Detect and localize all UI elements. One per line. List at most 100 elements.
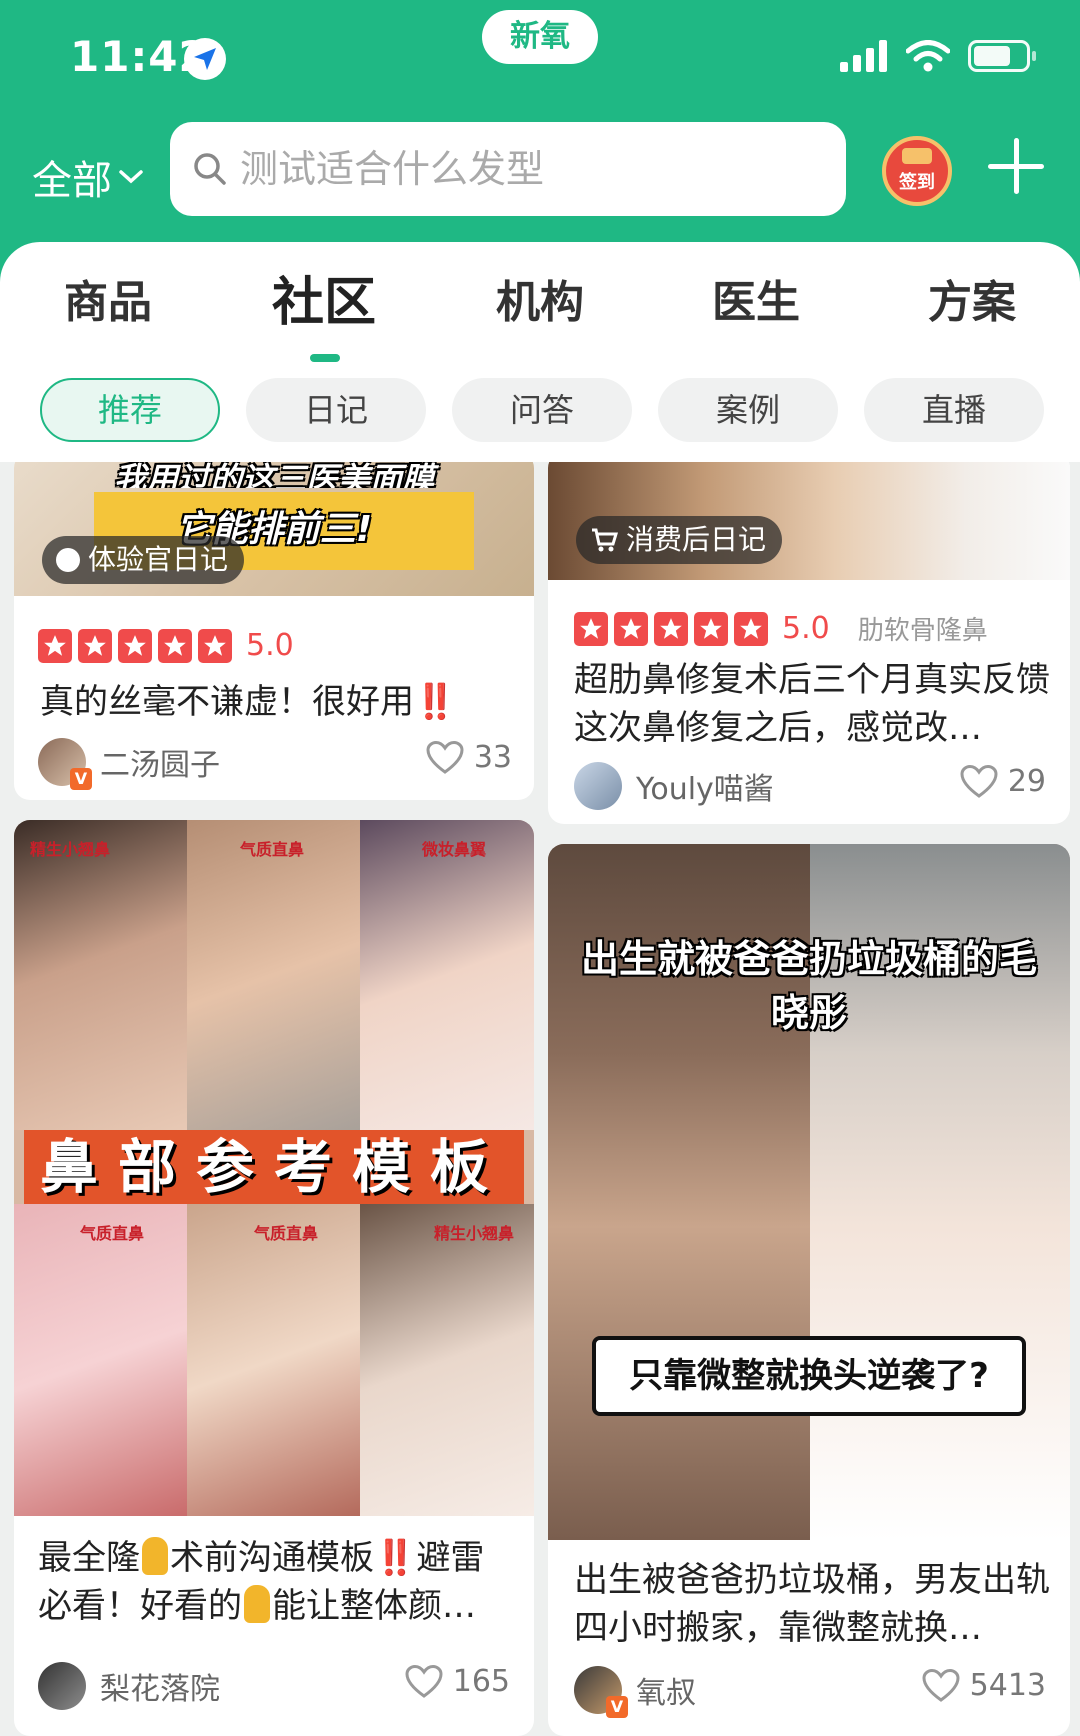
star-icon (158, 628, 192, 663)
like-button[interactable]: 165 (405, 1664, 510, 1699)
cellular-signal-icon (840, 40, 887, 72)
collage-panel (360, 1204, 534, 1516)
experience-diary-badge: 体验官日记 (42, 536, 245, 584)
collage-label: 精生小翘鼻 (434, 1224, 515, 1243)
collage-label: 气质直鼻 (254, 1224, 319, 1243)
avatar (574, 762, 622, 810)
avatar (38, 1662, 86, 1710)
rating-score: 5.0 (782, 611, 830, 646)
star-icon (734, 611, 768, 646)
like-count: 5413 (969, 1668, 1046, 1703)
chip-diary[interactable]: 日记 (246, 378, 426, 442)
tab-products[interactable]: 商品 (28, 266, 188, 330)
brand-pill: 新氧 (482, 10, 598, 64)
rating: 5.0 肋软骨隆鼻 (574, 610, 988, 647)
badge-icon (56, 548, 80, 572)
heart-icon (960, 764, 998, 798)
feed: 我用过的这三医美面膜 它能排前三! 体验官日记 5.0 真的丝毫不谦虚！很好用‼… (0, 462, 1080, 1736)
author-name: 二汤圆子 (100, 748, 220, 783)
category-panel: 商品 社区 机构 医生 方案 推荐 日记 问答 案例 直播 (0, 242, 1080, 462)
rating: 5.0 (38, 628, 294, 663)
chip-live[interactable]: 直播 (864, 378, 1044, 442)
collage-panel (187, 1204, 360, 1516)
procedure-tag: 肋软骨隆鼻 (857, 616, 988, 646)
post-card[interactable]: 消费后日记 5.0 肋软骨隆鼻 超肋鼻修复术后三个月真实反馈这次鼻修复之后，感觉… (548, 462, 1070, 824)
cart-icon (592, 528, 618, 552)
search-icon (194, 153, 226, 185)
star-icon (694, 611, 728, 646)
tab-institutions[interactable]: 机构 (460, 266, 620, 330)
checkin-label: 签到 (899, 172, 935, 193)
nose-emoji-icon (244, 1585, 270, 1623)
post-card[interactable]: 精生小翘鼻 气质直鼻 微妆鼻翼 气质直鼻 气质直鼻 精生小翘鼻 鼻部参考模板 最… (14, 820, 534, 1736)
chevron-down-icon (119, 170, 143, 184)
verified-badge-icon: V (606, 1696, 628, 1718)
main-tabs: 商品 社区 机构 医生 方案 (0, 266, 1080, 362)
collage-label: 微妆鼻翼 (422, 840, 487, 859)
post-purchase-diary-badge: 消费后日记 (576, 516, 783, 564)
like-count: 165 (452, 1664, 510, 1699)
avatar: V (574, 1666, 628, 1718)
author[interactable]: V 氧叔 (574, 1666, 696, 1718)
tab-community[interactable]: 社区 (244, 260, 404, 335)
author[interactable]: Youly喵酱 (574, 762, 774, 810)
image-caption-top: 我用过的这三医美面膜 (113, 462, 434, 488)
verified-badge-icon: V (70, 768, 92, 790)
add-post-button[interactable] (988, 138, 1044, 194)
author-name: Youly喵酱 (636, 772, 774, 807)
image-banner: 鼻部参考模板 (24, 1130, 524, 1204)
collage-label: 气质直鼻 (80, 1224, 145, 1243)
like-count: 29 (1007, 764, 1046, 799)
tab-doctors[interactable]: 医生 (676, 266, 836, 330)
active-tab-indicator (310, 354, 340, 362)
image-headline: 出生就被爸爸扔垃圾桶的毛晓彤 (580, 937, 1037, 1035)
title-text: 术前沟通模板 (170, 1538, 374, 1578)
star-icon (118, 628, 152, 663)
post-title: 超肋鼻修复术后三个月真实反馈这次鼻修复之后，感觉改… (574, 660, 1050, 748)
badge-label: 体验官日记 (88, 543, 229, 576)
post-image: 出生就被爸爸扔垃圾桶的毛晓彤 只靠微整就换头逆袭了? (548, 844, 1070, 1540)
heart-icon (405, 1664, 443, 1698)
like-button[interactable]: 5413 (922, 1668, 1046, 1703)
post-card[interactable]: 出生就被爸爸扔垃圾桶的毛晓彤 只靠微整就换头逆袭了? 出生被爸爸扔垃圾桶，男友出… (548, 844, 1070, 1736)
post-title-text: 真的丝毫不谦虚！很好用 (40, 682, 414, 722)
star-icon (574, 611, 608, 646)
tab-plans[interactable]: 方案 (892, 266, 1052, 330)
double-exclamation-mark: ‼️ (374, 1538, 417, 1578)
search-input[interactable] (240, 147, 800, 191)
post-title: 真的丝毫不谦虚！很好用‼️ (40, 678, 520, 726)
star-icon (78, 628, 112, 663)
scope-selector[interactable]: 全部 (32, 148, 144, 206)
star-icon (38, 628, 72, 663)
author-name: 梨花落院 (100, 1672, 220, 1707)
post-image: 我用过的这三医美面膜 它能排前三! 体验官日记 (14, 462, 534, 596)
post-title: 出生被爸爸扔垃圾桶，男友出轨四小时搬家，靠微整就换… (574, 1560, 1050, 1648)
chip-qa[interactable]: 问答 (452, 378, 632, 442)
like-button[interactable]: 29 (960, 764, 1046, 799)
badge-label: 消费后日记 (626, 523, 767, 556)
search-bar[interactable] (170, 122, 846, 216)
title-text: 最全隆 (38, 1538, 140, 1578)
star-icon (198, 628, 232, 663)
collage-panel (360, 820, 534, 1130)
post-card[interactable]: 我用过的这三医美面膜 它能排前三! 体验官日记 5.0 真的丝毫不谦虚！很好用‼… (14, 462, 534, 800)
author[interactable]: 梨花落院 (38, 1662, 220, 1710)
double-exclamation-mark: ‼️ (414, 682, 457, 722)
author[interactable]: V 二汤圆子 (38, 738, 220, 790)
post-image: 精生小翘鼻 气质直鼻 微妆鼻翼 气质直鼻 气质直鼻 精生小翘鼻 鼻部参考模板 (14, 820, 534, 1516)
checkin-button[interactable]: 签到 (882, 136, 952, 206)
collage-label: 气质直鼻 (240, 840, 305, 859)
filter-chips: 推荐 日记 问答 案例 直播 (0, 378, 1080, 442)
chip-cases[interactable]: 案例 (658, 378, 838, 442)
collage-panel (14, 820, 187, 1130)
like-button[interactable]: 33 (426, 740, 512, 775)
heart-icon (426, 740, 464, 774)
post-title: 最全隆 术前沟通模板‼️避雷必看！好看的 能让整体颜… (38, 1534, 518, 1644)
location-arrow-icon (184, 38, 226, 80)
like-count: 33 (473, 740, 512, 775)
title-text: 能让整体颜… (272, 1586, 476, 1626)
author-name: 氧叔 (636, 1676, 696, 1711)
post-image: 消费后日记 (548, 462, 1070, 580)
chip-recommended[interactable]: 推荐 (40, 378, 220, 442)
avatar: V (38, 738, 92, 790)
